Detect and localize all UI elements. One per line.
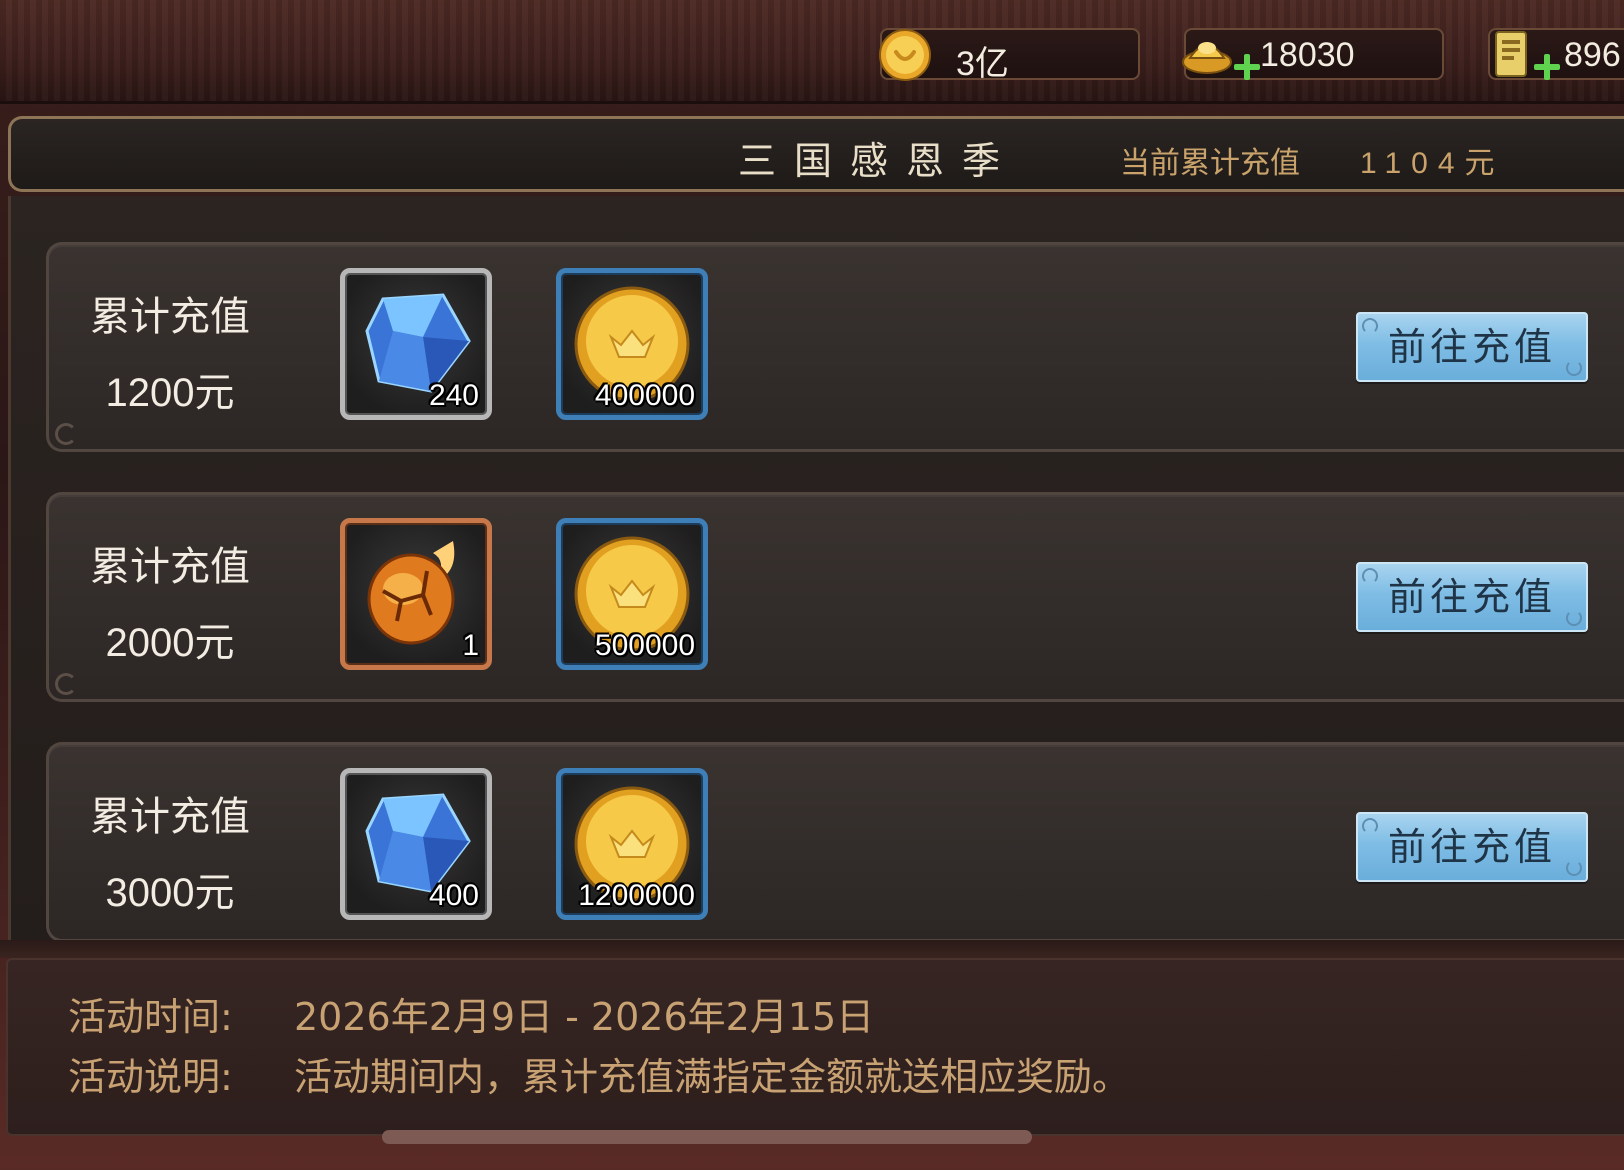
total-recharge-value: 1104元 [1360,147,1505,180]
event-time-label: 活动时间: [68,995,233,1039]
ticket-amount: 896 [1564,36,1621,74]
reward-slot[interactable]: 400 [340,768,492,920]
reward-qty: 500000 [594,629,695,662]
resource-gold[interactable]: 3亿 [879,28,1140,83]
tier-label: 累计充值 [90,544,250,590]
reward-qty: 1 [462,629,479,662]
ingot-amount: 18030 [1260,36,1355,74]
gold-coin-icon [879,29,931,81]
add-ingot-icon[interactable] [1234,54,1260,80]
total-recharge-label: 当前累计充值 [1120,146,1300,181]
event-desc-value: 活动期间内，累计充值满指定金额就送相应奖励。 [294,1055,1131,1099]
list-clip-edge [0,940,1624,958]
event-desc-label: 活动说明: [68,1055,233,1099]
gold-amount: 3亿 [956,45,1009,83]
reward-qty: 400000 [594,379,695,412]
event-title: 三国感恩季 [738,139,1019,183]
event-time-row: 活动时间: 2026年2月9日 - 2026年2月15日 [68,986,874,1041]
reward-slot[interactable]: 1 [340,518,492,670]
resource-ingot[interactable]: 18030 [1182,28,1444,80]
gold-ingot-icon [1182,42,1232,74]
reward-slot[interactable]: 240 [340,268,492,420]
resource-bar: 3亿 18030 896 [0,0,1624,104]
resource-ticket[interactable]: 896 [1488,28,1624,80]
reward-qty: 1200000 [578,879,695,912]
go-recharge-button[interactable]: 前往充值 [1356,562,1588,632]
tier-amount: 1200元 [105,371,235,415]
reward-slot[interactable]: 400000 [556,268,708,420]
event-time-value: 2026年2月9日 - 2026年2月15日 [294,995,875,1039]
go-recharge-button[interactable]: 前往充值 [1356,312,1588,382]
flaming-egg-icon [367,541,455,645]
tier-amount: 2000元 [105,621,235,665]
horizontal-scrollbar[interactable] [382,1130,1032,1144]
reward-slot[interactable]: 1200000 [556,768,708,920]
reward-slot[interactable]: 500000 [556,518,708,670]
add-ticket-icon[interactable] [1534,54,1560,80]
tier-amount: 3000元 [105,871,235,915]
go-recharge-button[interactable]: 前往充值 [1356,812,1588,882]
tier-label: 累计充值 [90,794,250,840]
reward-qty: 400 [428,879,479,912]
reward-qty: 240 [428,379,479,412]
event-desc-row: 活动说明: 活动期间内，累计充值满指定金额就送相应奖励。 [68,1046,1130,1101]
tier-label: 累计充值 [90,294,250,340]
